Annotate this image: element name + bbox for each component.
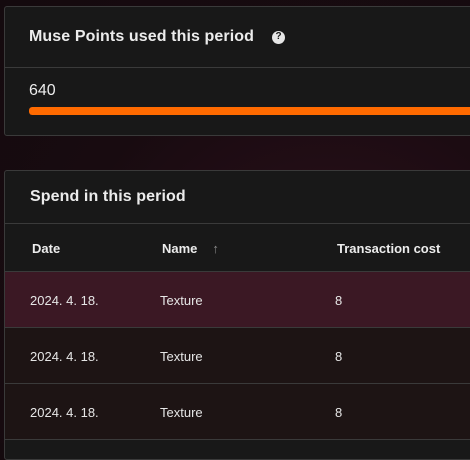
points-used-header: Muse Points used this period ? [5,7,470,68]
column-header-name[interactable]: Name ↑ [162,224,219,272]
cell-date: 2024. 4. 18. [30,292,99,308]
spend-header: Spend in this period [5,171,470,224]
question-circle-icon[interactable]: ? [272,30,286,44]
cell-name: Texture [160,348,203,364]
spend-title: Spend in this period [30,188,186,205]
points-used-value: 640 [29,82,56,99]
arrow-up-icon[interactable]: ↑ [212,241,219,256]
column-header-name-label: Name [162,240,198,256]
table-row[interactable]: 2024. 4. 18. Texture 8 [5,328,470,384]
table-row[interactable]: 2024. 4. 18. Texture 8 [5,272,470,328]
column-header-date-label: Date [32,240,61,256]
cell-name: Texture [160,404,203,420]
cell-cost: 8 [335,292,343,308]
cell-name: Texture [160,292,203,308]
table-row[interactable]: 2024. 4. 18. Texture 8 [5,384,470,440]
cell-cost: 8 [335,404,343,420]
cell-date: 2024. 4. 18. [30,348,99,364]
table-header-row: Date Name ↑ Transaction cost [5,224,470,272]
points-progress-fill [29,107,470,115]
cell-cost: 8 [335,348,343,364]
column-header-cost[interactable]: Transaction cost [337,224,440,272]
spend-panel: Spend in this period Date Name ↑ Transac… [4,170,470,460]
cell-date: 2024. 4. 18. [30,404,99,420]
column-header-cost-label: Transaction cost [337,240,441,256]
points-progress-bar [29,107,470,115]
points-used-title: Muse Points used this period [29,28,255,45]
spend-table: Date Name ↑ Transaction cost 2024. 4. 18… [5,224,470,440]
column-header-date[interactable]: Date [32,224,60,272]
points-used-panel: Muse Points used this period ? 640 [4,6,470,136]
